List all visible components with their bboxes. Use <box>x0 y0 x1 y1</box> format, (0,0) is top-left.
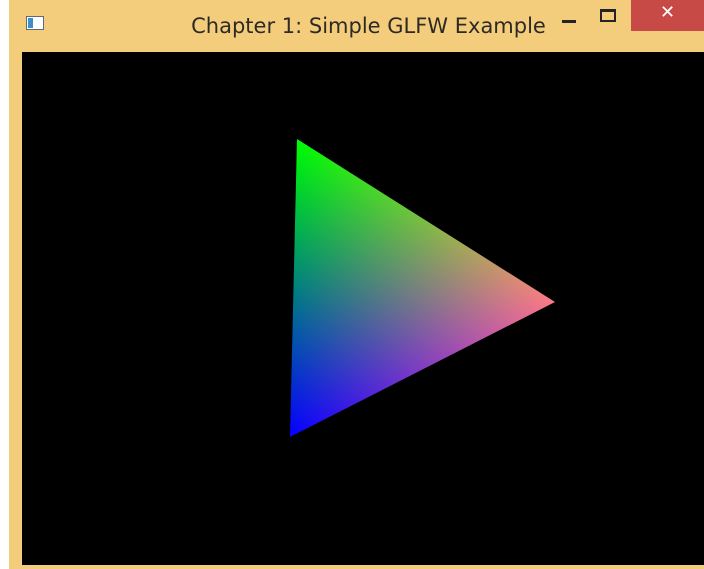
gl-viewport[interactable] <box>22 52 704 565</box>
maximize-button[interactable] <box>589 0 625 30</box>
close-button[interactable]: ✕ <box>631 0 704 31</box>
close-icon: ✕ <box>659 2 676 23</box>
render-canvas <box>290 139 555 437</box>
minimize-icon <box>562 20 576 23</box>
maximize-icon <box>600 9 616 22</box>
triangle-red-blend <box>290 139 555 437</box>
app-window: Chapter 1: Simple GLFW Example ✕ <box>9 0 704 569</box>
minimize-button[interactable] <box>551 0 587 30</box>
title-bar[interactable]: Chapter 1: Simple GLFW Example ✕ <box>9 0 704 52</box>
